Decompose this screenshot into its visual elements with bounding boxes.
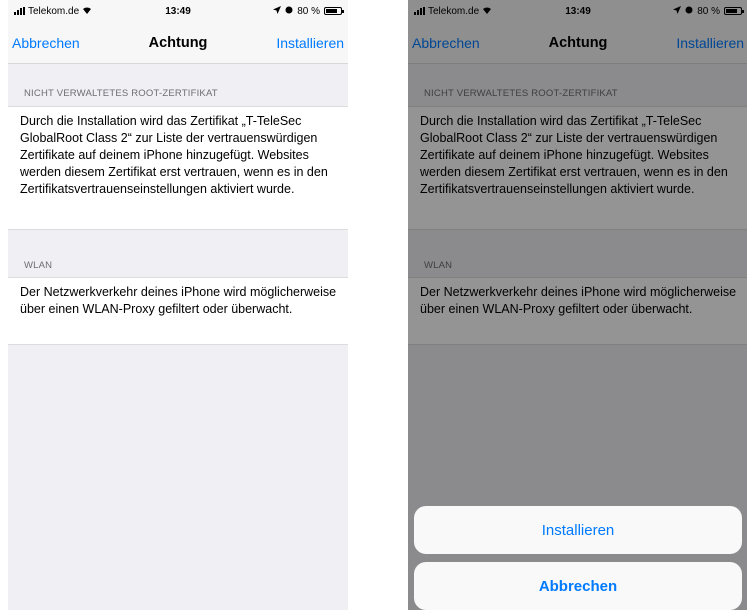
action-sheet-install-button[interactable]: Installieren: [414, 506, 742, 554]
nav-bar: Abbrechen Achtung Installieren: [8, 22, 348, 64]
battery-icon: [323, 7, 344, 15]
signal-icon: [14, 7, 25, 15]
install-button[interactable]: Installieren: [233, 35, 344, 51]
wlan-description: Der Netzwerkverkehr deines iPhone wird m…: [8, 277, 348, 345]
wifi-icon: [82, 6, 92, 17]
root-cert-description: Durch die Installation wird das Zertifik…: [8, 106, 348, 230]
alarm-icon: [285, 6, 293, 17]
root-cert-section-header: NICHT VERWALTETES ROOT-ZERTIFIKAT: [24, 88, 218, 99]
status-time: 13:49: [165, 5, 191, 17]
status-bar: Telekom.de 13:49 80 %: [8, 0, 348, 22]
screen: Telekom.de 13:49 80 % Abbrechen Achtung: [8, 0, 348, 610]
cancel-button[interactable]: Abbrechen: [12, 35, 123, 51]
battery-percent: 80 %: [297, 5, 320, 17]
screen: Telekom.de 13:49 80 % Abbrechen Achtung: [408, 0, 747, 610]
page-title: Achtung: [148, 34, 208, 51]
action-sheet-cancel-button[interactable]: Abbrechen: [414, 562, 742, 610]
phone-screen-right: Telekom.de 13:49 80 % Abbrechen Achtung: [408, 0, 747, 610]
carrier-label: Telekom.de: [28, 5, 80, 17]
wlan-section-header: WLAN: [24, 260, 53, 271]
location-icon: [273, 5, 282, 17]
phone-screen-left: Telekom.de 13:49 80 % Abbrechen Achtung: [8, 0, 348, 610]
